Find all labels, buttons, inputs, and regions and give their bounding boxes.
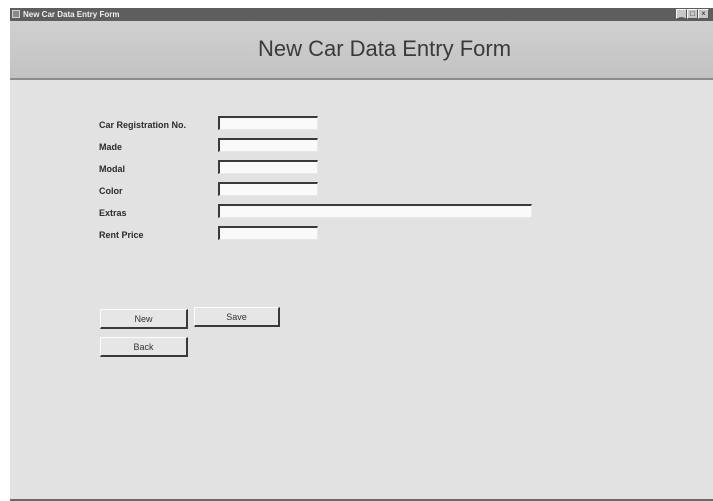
model-label: Modal (99, 164, 125, 174)
color-label: Color (99, 186, 123, 196)
page-title: New Car Data Entry Form (257, 36, 512, 61)
rent-price-label: Rent Price (99, 230, 144, 240)
back-button[interactable]: Back (100, 337, 188, 357)
save-button[interactable]: Save (194, 307, 280, 327)
form-header: New Car Data Entry Form (10, 21, 713, 80)
minimize-icon[interactable]: _ (676, 9, 687, 19)
registration-label: Car Registration No. (99, 120, 187, 130)
made-input[interactable] (218, 138, 318, 152)
made-label: Made (99, 142, 123, 152)
model-input[interactable] (218, 160, 318, 174)
title-bar: New Car Data Entry Form _ □ × (10, 8, 713, 21)
app-window: New Car Data Entry Form _ □ × New Car Da… (10, 8, 713, 501)
new-button[interactable]: New (100, 309, 188, 329)
maximize-icon[interactable]: □ (687, 9, 698, 19)
rent-price-input[interactable] (218, 226, 318, 240)
extras-label: Extras (99, 208, 127, 218)
color-input[interactable] (218, 182, 318, 196)
close-icon[interactable]: × (698, 9, 709, 19)
header-divider (10, 78, 713, 80)
extras-input[interactable] (218, 204, 532, 218)
app-icon (12, 10, 20, 18)
registration-input[interactable] (218, 116, 318, 130)
window-title: New Car Data Entry Form (23, 10, 120, 19)
